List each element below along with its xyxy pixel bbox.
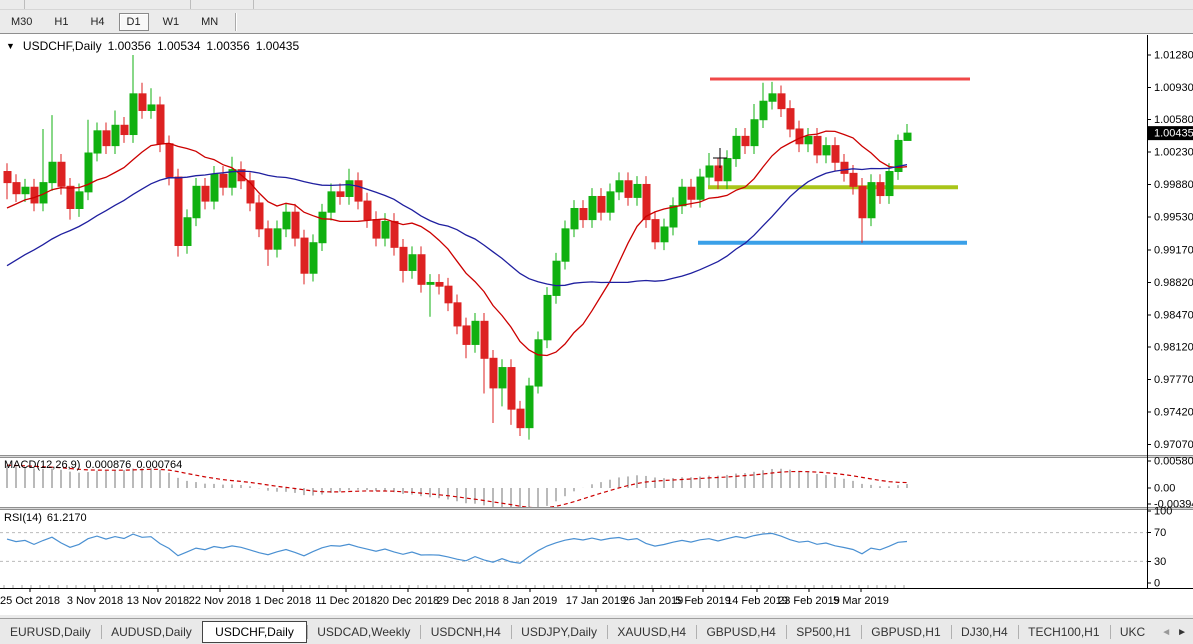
macd-signal-value: 0.000764	[136, 459, 183, 471]
rsi-indicator-label: RSI(14) 61.2170	[4, 512, 87, 524]
date-tick-label: 1 Dec 2018	[255, 595, 311, 607]
toolbar-separator	[190, 0, 191, 9]
price-tick-label: 0.97070	[1154, 439, 1193, 451]
macd-pane	[6, 464, 908, 507]
rsi-scale-label: 30	[1154, 556, 1166, 568]
ohlc-high: 1.00534	[157, 39, 201, 53]
rsi-name: RSI(14)	[4, 512, 42, 524]
date-tick-label: 8 Jan 2019	[503, 595, 557, 607]
date-tick-label: 23 Feb 2019	[778, 595, 840, 607]
timeframe-button-w1[interactable]: W1	[155, 13, 188, 31]
tab-xauusd-h4[interactable]: XAUUSD,H4	[607, 621, 696, 643]
rsi-scale-label: 70	[1154, 527, 1166, 539]
price-tick-label: 0.99170	[1154, 245, 1193, 257]
chart-symbol-label: USDCHF,Daily	[22, 39, 102, 53]
macd-scale-label: 0.005802	[1154, 455, 1193, 467]
pane-splitter[interactable]	[0, 455, 1193, 458]
rsi-scale-label: 0	[1154, 578, 1160, 590]
price-tick-label: 1.00230	[1154, 147, 1193, 159]
tab-usdcnh-h4[interactable]: USDCNH,H4	[421, 621, 511, 643]
rsi-scale-label: 100	[1154, 506, 1172, 518]
price-tick-label: 0.97770	[1154, 374, 1193, 386]
timeframe-button-d1[interactable]: D1	[118, 12, 149, 31]
timeframe-button-h1[interactable]: H1	[46, 13, 76, 31]
chart-tab-bar: EURUSD,Daily AUDUSD,Daily USDCHF,Daily USDC…	[0, 618, 1193, 644]
svg-text:1.00435: 1.00435	[1154, 128, 1193, 140]
tab-scroll-right-icon[interactable]: ►	[1177, 627, 1187, 638]
price-tick-label: 1.00580	[1154, 114, 1193, 126]
macd-indicator-label: MACD(12,26,9) 0.000876 0.000764	[4, 459, 182, 471]
date-tick-label: 5 Mar 2019	[833, 595, 889, 607]
price-axis: 1.01280 1.00930 1.00580 1.00230 0.99880 0.995…	[1147, 50, 1193, 451]
date-tick-label: 25 Oct 2018	[0, 595, 60, 607]
price-tick-label: 1.01280	[1154, 50, 1193, 62]
pane-splitter[interactable]	[0, 507, 1193, 510]
macd-name: MACD(12,26,9)	[4, 459, 81, 471]
tab-usdcad-weekly[interactable]: USDCAD,Weekly	[307, 621, 420, 643]
price-chart-canvas[interactable]: 1.01280 1.00930 1.00580 1.00230 0.99880 0.995…	[0, 34, 1193, 615]
tab-scroll-controls: ◄ ►	[1155, 627, 1193, 638]
macd-scale-label: 0.00	[1154, 483, 1175, 495]
tab-gbpusd-h1[interactable]: GBPUSD,H1	[861, 621, 950, 643]
price-tick-label: 0.98820	[1154, 277, 1193, 289]
mt4-terminal: M30 H1 H4 D1 W1 MN 1.01280 1.00930 1.00580 1.002…	[0, 0, 1193, 644]
toolbar-remnant-strip	[0, 0, 1193, 10]
ma-slow-line	[6, 164, 908, 287]
ohlc-close: 1.00435	[255, 39, 300, 53]
toolbar-separator	[235, 12, 238, 31]
macd-main-value: 0.000876	[85, 459, 132, 471]
price-tick-label: 0.97420	[1154, 406, 1193, 418]
date-tick-label: 17 Jan 2019	[566, 595, 627, 607]
tab-sp500-h1[interactable]: SP500,H1	[786, 621, 861, 643]
rsi-pane	[0, 532, 1147, 564]
candles-layer	[3, 55, 912, 440]
toolbar-separator	[253, 0, 254, 9]
price-tick-label: 1.00930	[1154, 82, 1193, 94]
tab-audusd-daily[interactable]: AUDUSD,Daily	[101, 621, 202, 643]
price-tick-label: 0.98470	[1154, 309, 1193, 321]
date-tick-label: 13 Nov 2018	[127, 595, 189, 607]
date-tick-label: 3 Nov 2018	[67, 595, 123, 607]
date-tick-label: 22 Nov 2018	[189, 595, 251, 607]
timeframe-toolbar: M30 H1 H4 D1 W1 MN	[0, 10, 1193, 34]
tab-usdchf-daily[interactable]: USDCHF,Daily	[202, 621, 307, 643]
chart-window: 1.01280 1.00930 1.00580 1.00230 0.99880 0.995…	[0, 34, 1193, 615]
date-tick-label: 11 Dec 2018	[315, 595, 377, 607]
price-tick-label: 0.98120	[1154, 342, 1193, 354]
chart-dropdown-icon[interactable]: ▼	[6, 41, 15, 51]
price-tick-label: 0.99880	[1154, 179, 1193, 191]
tab-gbpusd-h4[interactable]: GBPUSD,H4	[696, 621, 785, 643]
tab-eurusd-daily[interactable]: EURUSD,Daily	[0, 621, 101, 643]
chart-title: ▼ USDCHF,Daily 1.00356 1.00534 1.00356 1…	[6, 39, 299, 53]
rsi-line	[6, 532, 908, 564]
timeframe-button-mn[interactable]: MN	[193, 13, 226, 31]
main-pane	[3, 55, 970, 440]
tab-scroll-left-icon[interactable]: ◄	[1161, 627, 1171, 638]
timeframe-button-h4[interactable]: H4	[82, 13, 112, 31]
timeframe-button-m30[interactable]: M30	[3, 13, 40, 31]
date-tick-label: 5 Feb 2019	[675, 595, 731, 607]
tab-usdjpy-daily[interactable]: USDJPY,Daily	[511, 621, 607, 643]
ohlc-low: 1.00356	[206, 39, 250, 53]
current-price-badge: 1.00435	[1148, 126, 1193, 141]
date-tick-label: 29 Dec 2018	[437, 595, 499, 607]
toolbar-separator	[24, 0, 25, 9]
tab-ukc[interactable]: UKC	[1110, 621, 1155, 643]
ohlc-open: 1.00356	[107, 39, 151, 53]
price-tick-label: 0.99530	[1154, 211, 1193, 223]
rsi-value: 61.2170	[46, 512, 87, 524]
tab-tech100-h1[interactable]: TECH100,H1	[1018, 621, 1109, 643]
indicator-scales: 0.0058020.00-0.00394510070300	[1147, 455, 1193, 590]
date-tick-label: 20 Dec 2018	[377, 595, 439, 607]
tab-dj30-h4[interactable]: DJ30,H4	[951, 621, 1018, 643]
